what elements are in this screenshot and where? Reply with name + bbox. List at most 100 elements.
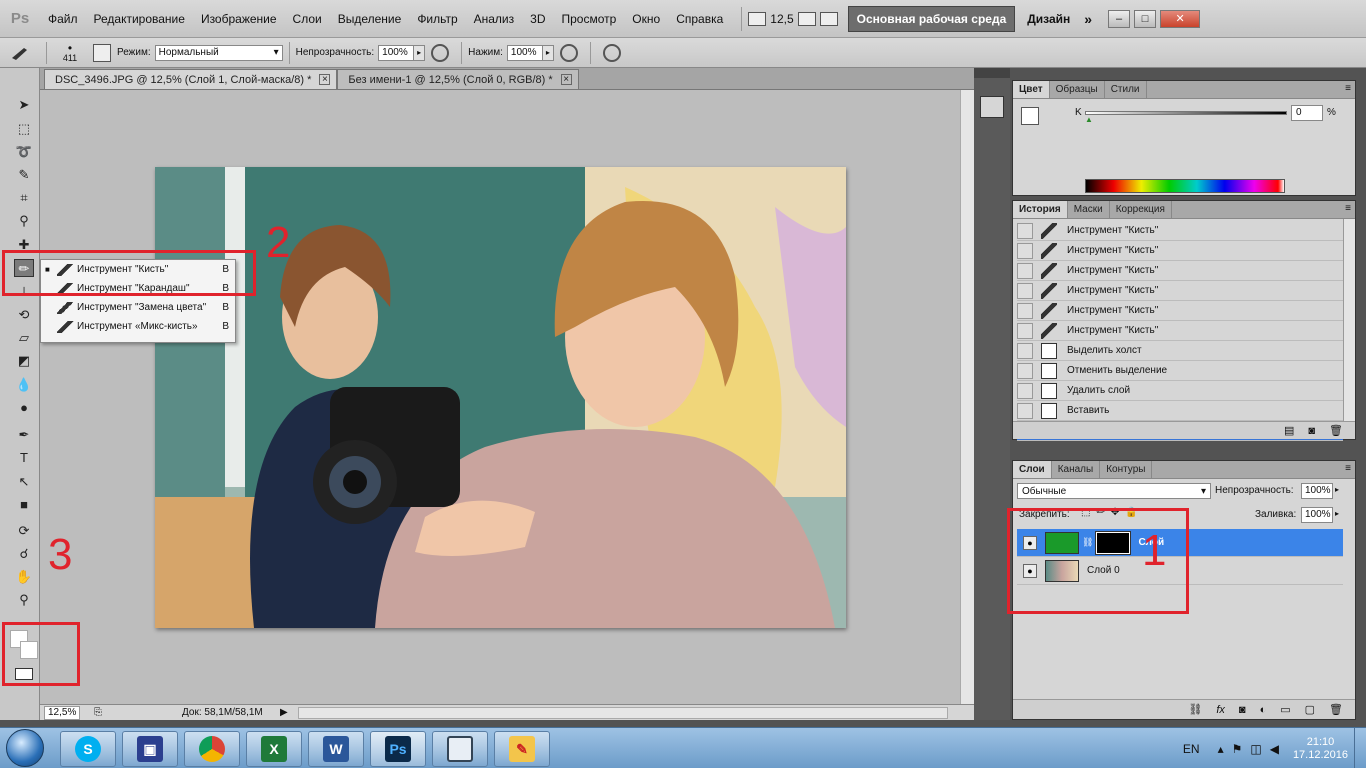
document-photo[interactable] — [155, 167, 846, 628]
arrange-icon[interactable] — [797, 11, 816, 26]
type-tool-icon[interactable]: T — [14, 449, 34, 467]
history-item[interactable]: Вставить — [1017, 401, 1343, 421]
vertical-scrollbar[interactable] — [960, 90, 974, 704]
close-button[interactable]: ✕ — [1160, 9, 1201, 28]
network-icon[interactable]: ◫ — [1250, 742, 1261, 756]
menu-help[interactable]: Справка — [668, 12, 731, 26]
flyout-item-mixer-brush[interactable]: Инструмент «Микс-кисть» B — [41, 317, 235, 336]
tab-layers[interactable]: Слои — [1013, 461, 1052, 478]
marquee-tool-icon[interactable]: ⬚ — [14, 120, 34, 138]
status-menu-arrow-icon[interactable]: ▶ — [280, 707, 288, 718]
history-source-checkbox[interactable] — [1017, 342, 1033, 359]
panel-menu-icon[interactable]: ≡ — [1345, 83, 1351, 94]
3d-rotate-tool-icon[interactable]: ⟳ — [14, 522, 34, 540]
screen-mode-icon[interactable] — [748, 11, 767, 26]
lasso-tool-icon[interactable]: ➰ — [14, 143, 34, 161]
start-button[interactable] — [6, 729, 44, 767]
panel-menu-icon[interactable]: ≡ — [1345, 463, 1351, 474]
taskbar-word[interactable]: W — [308, 731, 364, 767]
menu-window[interactable]: Окно — [624, 12, 668, 26]
history-scrollbar[interactable] — [1343, 219, 1355, 423]
menu-edit[interactable]: Редактирование — [86, 12, 193, 26]
history-item[interactable]: Отменить выделение — [1017, 361, 1343, 381]
quick-select-tool-icon[interactable]: ✎ — [14, 166, 34, 184]
history-source-checkbox[interactable] — [1017, 322, 1033, 339]
flow-arrow-icon[interactable]: ▸ — [541, 44, 554, 61]
tab-channels[interactable]: Каналы — [1052, 461, 1101, 478]
flag-icon[interactable]: ⚑ — [1232, 742, 1243, 756]
canvas-area[interactable] — [40, 90, 960, 704]
history-source-checkbox[interactable] — [1017, 262, 1033, 279]
history-source-checkbox[interactable] — [1017, 242, 1033, 259]
tab-document-1[interactable]: DSC_3496.JPG @ 12,5% (Слой 1, Слой-маска… — [44, 69, 338, 89]
tab-masks[interactable]: Маски — [1068, 201, 1110, 218]
volume-icon[interactable]: ◀ — [1270, 742, 1279, 756]
crop-tool-icon[interactable]: ⌗ — [14, 189, 34, 207]
history-source-checkbox[interactable] — [1017, 302, 1033, 319]
fit-screen-icon[interactable] — [819, 11, 838, 26]
blend-mode-select[interactable]: Обычные ▾ — [1017, 483, 1211, 499]
foreground-color-swatch[interactable] — [1021, 107, 1039, 125]
history-item[interactable]: Инструмент "Кисть" — [1017, 221, 1343, 241]
taskbar-excel[interactable]: X — [246, 731, 302, 767]
pen-tool-icon[interactable]: ✒ — [14, 426, 34, 444]
history-source-checkbox[interactable] — [1017, 282, 1033, 299]
tab-paths[interactable]: Контуры — [1100, 461, 1153, 478]
opacity-arrow-icon[interactable]: ▸ — [1335, 485, 1339, 494]
tab-adjustments[interactable]: Коррекция — [1110, 201, 1172, 218]
taskbar-skype[interactable]: S — [60, 731, 116, 767]
fx-icon[interactable]: fx — [1216, 704, 1225, 716]
taskbar-paint[interactable]: ✎ — [494, 731, 550, 767]
close-icon[interactable]: × — [319, 74, 331, 85]
eyedropper-tool-icon[interactable]: ⚲ — [14, 212, 34, 230]
taskbar-photoshop[interactable]: Ps — [370, 731, 426, 767]
flow-field[interactable]: 100% — [506, 44, 543, 61]
menu-analysis[interactable]: Анализ — [466, 12, 523, 26]
dodge-tool-icon[interactable]: ● — [14, 399, 34, 417]
tray-arrow-icon[interactable]: ▴ — [1218, 742, 1224, 756]
gradient-tool-icon[interactable]: ◩ — [14, 352, 34, 370]
menu-file[interactable]: Файл — [40, 12, 86, 26]
history-item[interactable]: Инструмент "Кисть" — [1017, 261, 1343, 281]
brush-panel-icon[interactable] — [93, 43, 111, 62]
new-group-icon[interactable]: ▭ — [1280, 703, 1290, 716]
menu-3d[interactable]: 3D — [522, 12, 553, 26]
brush-size[interactable]: • 411 — [53, 42, 87, 63]
brush-preset-icon[interactable] — [0, 45, 40, 61]
more-workspaces-icon[interactable]: » — [1084, 11, 1092, 27]
language-indicator[interactable]: EN — [1183, 742, 1200, 756]
taskbar-chrome[interactable] — [184, 731, 240, 767]
tab-swatches[interactable]: Образцы — [1050, 81, 1105, 98]
design-workspace[interactable]: Дизайн — [1027, 12, 1070, 26]
history-brush-tool-icon[interactable]: ⟲ — [14, 306, 34, 324]
maximize-button[interactable]: □ — [1134, 9, 1157, 28]
link-layers-icon[interactable]: ⛓ — [1188, 703, 1202, 716]
flyout-item-color-replace[interactable]: Инструмент "Замена цвета" B — [41, 298, 235, 317]
tab-history[interactable]: История — [1013, 201, 1068, 218]
menu-select[interactable]: Выделение — [330, 12, 410, 26]
zoom-level[interactable]: 12,5 — [770, 12, 793, 26]
workspace-button[interactable]: Основная рабочая среда — [847, 5, 1016, 32]
history-item[interactable]: Выделить холст — [1017, 341, 1343, 361]
tab-styles[interactable]: Стили — [1105, 81, 1147, 98]
tablet-size-icon[interactable] — [602, 43, 621, 62]
history-item[interactable]: Удалить слой — [1017, 381, 1343, 401]
fill-field[interactable]: 100% — [1301, 507, 1333, 523]
eraser-tool-icon[interactable]: ▱ — [14, 329, 34, 347]
trash-icon[interactable]: 🗑 — [1329, 424, 1343, 437]
minimize-button[interactable]: – — [1108, 9, 1131, 28]
opacity-arrow-icon[interactable]: ▸ — [413, 44, 426, 61]
trash-icon[interactable]: 🗑 — [1329, 703, 1343, 716]
blur-tool-icon[interactable]: 💧 — [14, 376, 34, 394]
3d-orbit-tool-icon[interactable]: ☌ — [14, 545, 34, 563]
tablet-opacity-icon[interactable] — [431, 43, 450, 62]
panel-menu-icon[interactable]: ≡ — [1345, 203, 1351, 214]
adjustment-layer-icon[interactable]: ◐ — [1260, 704, 1267, 716]
zoom-field[interactable]: 12,5% — [44, 705, 80, 720]
path-select-tool-icon[interactable]: ↖ — [14, 473, 34, 491]
menu-filter[interactable]: Фильтр — [409, 12, 465, 26]
zoom-tool-icon[interactable]: ⚲ — [14, 591, 34, 609]
show-desktop-button[interactable] — [1354, 728, 1366, 768]
menu-image[interactable]: Изображение — [193, 12, 285, 26]
add-mask-icon[interactable]: ◙ — [1239, 704, 1246, 716]
